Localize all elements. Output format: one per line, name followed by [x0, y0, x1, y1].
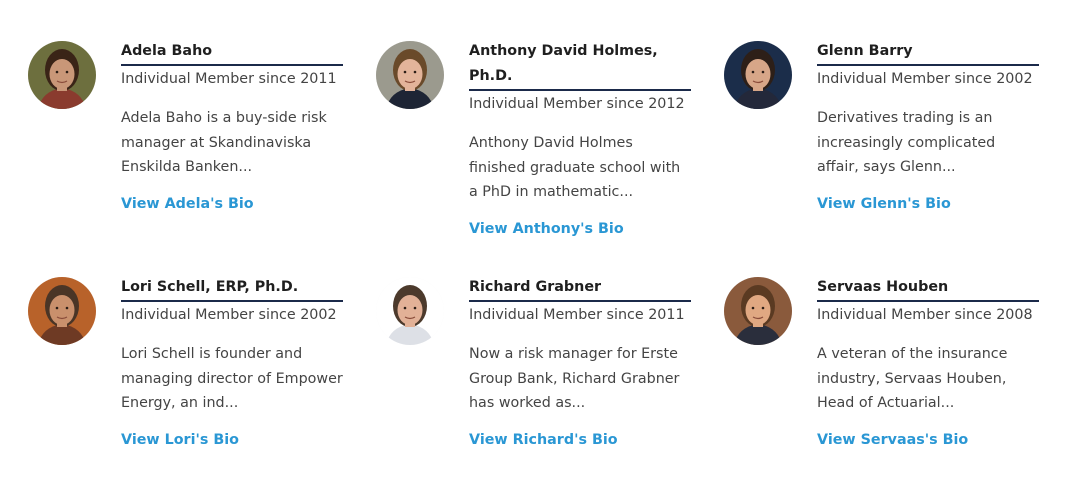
member-card: Anthony David Holmes, Ph.D. Individual M… [376, 39, 724, 275]
member-grid: Adela Baho Individual Member since 2011 … [28, 39, 1072, 485]
profile-photo-richard [376, 277, 444, 345]
member-bio-excerpt: Derivatives trading is an increasingly c… [817, 110, 996, 176]
member-name: Servaas Houben [817, 275, 1039, 302]
view-bio-link[interactable]: View Richard's Bio [469, 428, 618, 452]
membership-since: Individual Member since 2011 [469, 307, 685, 323]
member-name: Richard Grabner [469, 275, 691, 302]
member-name: Anthony David Holmes, Ph.D. [469, 39, 691, 91]
profile-photo-adela [28, 41, 96, 109]
profile-photo-glenn [724, 41, 792, 109]
view-bio-link[interactable]: View Anthony's Bio [469, 217, 624, 241]
membership-since: Individual Member since 2002 [121, 307, 337, 323]
member-name: Glenn Barry [817, 39, 1039, 66]
membership-since: Individual Member since 2002 [817, 71, 1033, 87]
profile-photo-lori [28, 277, 96, 345]
member-card: Servaas Houben Individual Member since 2… [724, 275, 1072, 485]
member-bio-excerpt: Now a risk manager for Erste Group Bank,… [469, 346, 680, 412]
member-bio-excerpt: Anthony David Holmes finished graduate s… [469, 135, 681, 201]
avatar[interactable] [376, 277, 444, 345]
member-card: Lori Schell, ERP, Ph.D. Individual Membe… [28, 275, 376, 485]
member-name: Lori Schell, ERP, Ph.D. [121, 275, 343, 302]
view-bio-link[interactable]: View Servaas's Bio [817, 428, 968, 452]
profile-photo-servaas [724, 277, 792, 345]
avatar[interactable] [724, 277, 792, 345]
view-bio-link[interactable]: View Adela's Bio [121, 192, 254, 216]
member-bio-excerpt: A veteran of the insurance industry, Ser… [817, 346, 1008, 412]
profile-photo-anthony [376, 41, 444, 109]
membership-since: Individual Member since 2008 [817, 307, 1033, 323]
membership-since: Individual Member since 2012 [469, 96, 685, 112]
member-card-content: Adela Baho Individual Member since 2011 … [121, 39, 343, 216]
member-card-content: Richard Grabner Individual Member since … [469, 275, 691, 452]
avatar[interactable] [376, 41, 444, 109]
avatar[interactable] [724, 41, 792, 109]
member-name: Adela Baho [121, 39, 343, 66]
member-card: Glenn Barry Individual Member since 2002… [724, 39, 1072, 275]
member-bio-excerpt: Lori Schell is founder and managing dire… [121, 346, 343, 412]
member-bio-excerpt: Adela Baho is a buy-side risk manager at… [121, 110, 327, 176]
member-card-content: Lori Schell, ERP, Ph.D. Individual Membe… [121, 275, 343, 452]
view-bio-link[interactable]: View Glenn's Bio [817, 192, 951, 216]
member-card-content: Anthony David Holmes, Ph.D. Individual M… [469, 39, 691, 241]
membership-since: Individual Member since 2011 [121, 71, 337, 87]
member-card-content: Servaas Houben Individual Member since 2… [817, 275, 1039, 452]
view-bio-link[interactable]: View Lori's Bio [121, 428, 239, 452]
member-card-content: Glenn Barry Individual Member since 2002… [817, 39, 1039, 216]
avatar[interactable] [28, 277, 96, 345]
avatar[interactable] [28, 41, 96, 109]
member-card: Richard Grabner Individual Member since … [376, 275, 724, 485]
member-card: Adela Baho Individual Member since 2011 … [28, 39, 376, 275]
